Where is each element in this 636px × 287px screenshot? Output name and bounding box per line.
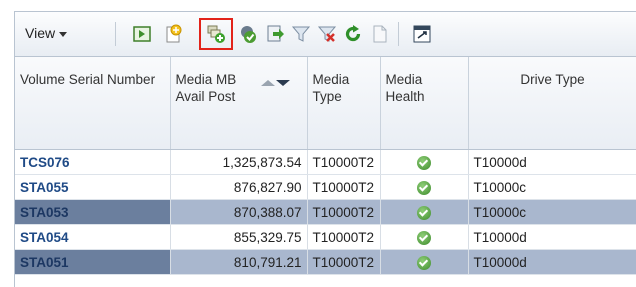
cell-drive-type[interactable]: T10000c	[468, 199, 636, 225]
cell-drive-type[interactable]: T10000d	[468, 249, 636, 275]
column-header-drive-type[interactable]: Drive Type	[468, 57, 636, 150]
table-row[interactable]: STA053 870,388.07 T10000T2 T10000c	[15, 199, 636, 225]
cell-media-health[interactable]	[380, 224, 469, 250]
health-ok-icon	[417, 180, 431, 195]
table-row[interactable]: STA055 876,827.90 T10000T2 T10000c	[15, 174, 636, 200]
cell-media-type[interactable]: T10000T2	[307, 249, 381, 275]
cell-drive-type[interactable]: T10000c	[468, 174, 636, 200]
table-row[interactable]: TCS076 1,325,873.54 T10000T2 T10000d	[15, 149, 636, 175]
cell-media-type[interactable]: T10000T2	[307, 174, 381, 200]
cell-volume-serial[interactable]: STA053	[15, 199, 171, 225]
add-to-group-highlight	[199, 18, 233, 50]
refresh-icon[interactable]	[343, 24, 363, 44]
health-ok-icon	[417, 155, 431, 170]
table-row[interactable]: STA054 855,329.75 T10000T2 T10000d	[15, 224, 636, 250]
cell-media-mb-avail[interactable]: 1,325,873.54	[170, 149, 308, 175]
cell-media-health[interactable]	[380, 149, 469, 175]
cell-volume-serial[interactable]: TCS076	[15, 149, 171, 175]
table-row[interactable]: STA051 810,791.21 T10000T2 T10000d	[15, 249, 636, 275]
chevron-down-icon	[59, 31, 68, 37]
health-ok-icon	[417, 255, 431, 270]
view-menu-label: View	[25, 25, 56, 41]
properties-icon[interactable]	[370, 24, 390, 44]
column-header-volume-serial[interactable]: Volume Serial Number	[15, 57, 171, 150]
new-icon[interactable]	[163, 24, 183, 44]
cell-media-health[interactable]	[380, 249, 469, 275]
cell-media-health[interactable]	[380, 174, 469, 200]
media-table: Volume Serial Number Media MB Avail Post…	[15, 57, 636, 275]
view-menu[interactable]: View	[25, 25, 68, 41]
column-header-media-health[interactable]: Media Health	[380, 57, 469, 150]
detach-icon[interactable]	[132, 24, 152, 44]
media-table-panel: View Volume Serial Number Media MB Avail…	[14, 11, 636, 287]
health-ok-icon	[417, 230, 431, 245]
cell-volume-serial[interactable]: STA055	[15, 174, 171, 200]
cell-volume-serial[interactable]: STA054	[15, 224, 171, 250]
sort-icon[interactable]	[260, 73, 290, 90]
cell-media-mb-avail[interactable]: 810,791.21	[170, 249, 308, 275]
cell-media-health[interactable]	[380, 199, 469, 225]
cell-media-type[interactable]: T10000T2	[307, 149, 381, 175]
cell-drive-type[interactable]: T10000d	[468, 149, 636, 175]
cell-media-type[interactable]: T10000T2	[307, 224, 381, 250]
clear-filter-icon[interactable]	[317, 24, 337, 44]
cell-media-mb-avail[interactable]: 870,388.07	[170, 199, 308, 225]
cell-media-mb-avail[interactable]: 876,827.90	[170, 174, 308, 200]
toolbar-separator	[115, 22, 116, 46]
export-icon[interactable]	[265, 24, 285, 44]
toolbar: View	[15, 12, 636, 57]
cell-volume-serial[interactable]: STA051	[15, 249, 171, 275]
table-header-row: Volume Serial Number Media MB Avail Post…	[15, 57, 636, 150]
column-header-media-type[interactable]: Media Type	[307, 57, 381, 150]
column-header-media-mb-avail[interactable]: Media MB Avail Post	[170, 57, 308, 150]
cell-media-mb-avail[interactable]: 855,329.75	[170, 224, 308, 250]
filter-icon[interactable]	[291, 24, 311, 44]
cell-media-type[interactable]: T10000T2	[307, 199, 381, 225]
health-ok-icon	[417, 205, 431, 220]
freeze-icon[interactable]	[412, 24, 432, 44]
validate-icon[interactable]	[238, 24, 258, 44]
cell-drive-type[interactable]: T10000d	[468, 224, 636, 250]
toolbar-separator	[398, 22, 399, 46]
